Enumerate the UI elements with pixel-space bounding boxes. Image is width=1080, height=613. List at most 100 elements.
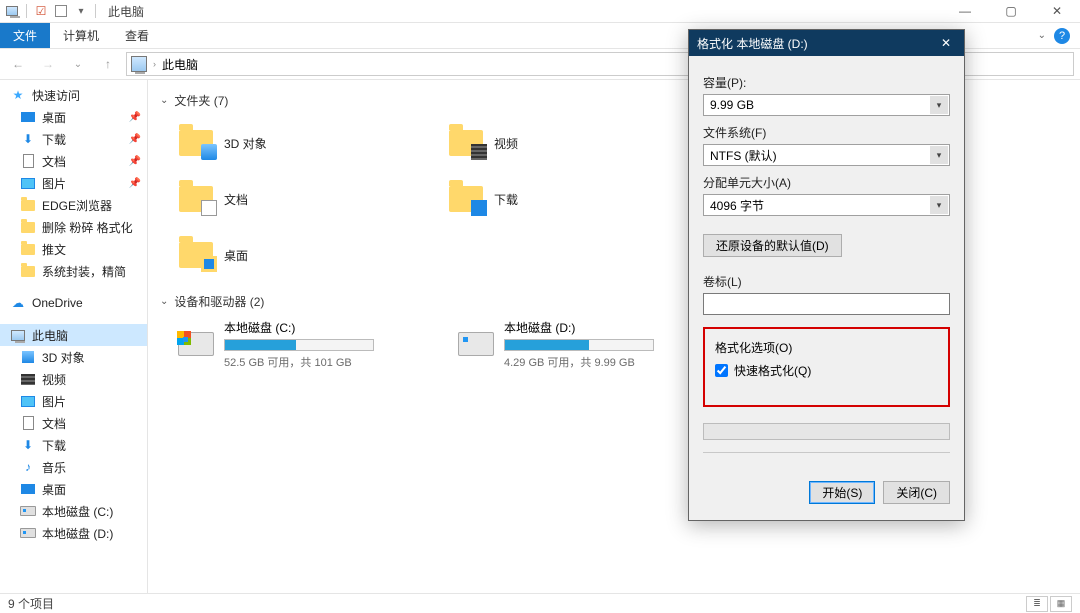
dialog-titlebar[interactable]: 格式化 本地磁盘 (D:) ✕ bbox=[689, 30, 964, 56]
folder-icon bbox=[20, 219, 36, 235]
downloads-folder-icon bbox=[448, 181, 484, 217]
breadcrumb-sep-icon: › bbox=[153, 59, 156, 69]
forward-button[interactable]: → bbox=[36, 52, 60, 76]
qat-dropdown-icon[interactable]: ▾ bbox=[73, 3, 89, 19]
3d-icon bbox=[20, 349, 36, 365]
volume-label: 卷标(L) bbox=[703, 273, 950, 290]
pc-small-icon bbox=[4, 3, 20, 19]
minimize-button[interactable]: — bbox=[942, 0, 988, 23]
view-tiles-button[interactable]: ▦ bbox=[1050, 596, 1072, 612]
properties-qat-icon[interactable] bbox=[53, 3, 69, 19]
tab-file[interactable]: 文件 bbox=[0, 23, 50, 48]
pin-icon: 📌 bbox=[129, 134, 141, 145]
picture-icon bbox=[20, 175, 36, 191]
video-icon bbox=[20, 371, 36, 387]
document-icon bbox=[20, 415, 36, 431]
sidebar-item-pictures[interactable]: 图片📌 bbox=[0, 172, 147, 194]
drive-d-icon bbox=[458, 326, 494, 362]
tab-computer[interactable]: 计算机 bbox=[50, 23, 112, 48]
folder-tile-3d[interactable]: 3D 对象 bbox=[178, 117, 408, 169]
pin-icon: 📌 bbox=[129, 156, 141, 167]
sidebar-onedrive[interactable]: ☁OneDrive bbox=[0, 292, 147, 314]
view-details-button[interactable]: ≣ bbox=[1026, 596, 1048, 612]
sidebar-item-delete[interactable]: 删除 粉碎 格式化 bbox=[0, 216, 147, 238]
chevron-down-icon: ⌄ bbox=[160, 95, 168, 106]
cloud-icon: ☁ bbox=[10, 295, 26, 311]
sidebar-pc-desktop[interactable]: 桌面 bbox=[0, 478, 147, 500]
format-options-label: 格式化选项(O) bbox=[715, 339, 938, 356]
sidebar-item-edge[interactable]: EDGE浏览器 bbox=[0, 194, 147, 216]
dropdown-icon: ▾ bbox=[930, 146, 948, 164]
address-pc-icon bbox=[131, 56, 147, 72]
history-dropdown[interactable]: ⌄ bbox=[66, 52, 90, 76]
folder-tile-downloads[interactable]: 下载 bbox=[448, 173, 678, 225]
download-icon: ⬇ bbox=[20, 131, 36, 147]
restore-defaults-button[interactable]: 还原设备的默认值(D) bbox=[703, 234, 842, 257]
back-button[interactable]: ← bbox=[6, 52, 30, 76]
star-icon: ★ bbox=[10, 87, 26, 103]
allocation-select[interactable]: 4096 字节▾ bbox=[703, 194, 950, 216]
drive-tile-d[interactable]: 本地磁盘 (D:) 4.29 GB 可用，共 9.99 GB bbox=[458, 318, 698, 370]
format-options-box: 格式化选项(O) 快速格式化(Q) bbox=[703, 327, 950, 407]
sidebar-pc-downloads[interactable]: ⬇下载 bbox=[0, 434, 147, 456]
filesystem-select[interactable]: NTFS (默认)▾ bbox=[703, 144, 950, 166]
dialog-close-button[interactable]: ✕ bbox=[936, 33, 956, 53]
quick-format-input[interactable] bbox=[715, 364, 728, 377]
folder-tile-docs[interactable]: 文档 bbox=[178, 173, 408, 225]
start-button[interactable]: 开始(S) bbox=[809, 481, 875, 504]
status-text: 9 个项目 bbox=[8, 595, 54, 612]
chevron-down-icon: ⌄ bbox=[160, 296, 168, 307]
volume-input[interactable] bbox=[703, 293, 950, 315]
sidebar-item-desktop[interactable]: 桌面📌 bbox=[0, 106, 147, 128]
sidebar-pc-music[interactable]: ♪音乐 bbox=[0, 456, 147, 478]
drive-d-usage-bar bbox=[504, 339, 654, 351]
window-title: 此电脑 bbox=[108, 3, 144, 20]
docs-folder-icon bbox=[178, 181, 214, 217]
quick-format-checkbox[interactable]: 快速格式化(Q) bbox=[715, 362, 938, 379]
capacity-label: 容量(P): bbox=[703, 74, 950, 91]
desktop-folder-icon bbox=[178, 237, 214, 273]
filesystem-label: 文件系统(F) bbox=[703, 124, 950, 141]
nav-sidebar: ★快速访问 桌面📌 ⬇下载📌 文档📌 图片📌 EDGE浏览器 删除 粉碎 格式化… bbox=[0, 80, 148, 593]
folder-tile-video[interactable]: 视频 bbox=[448, 117, 678, 169]
download-icon: ⬇ bbox=[20, 437, 36, 453]
document-icon bbox=[20, 153, 36, 169]
3d-folder-icon bbox=[178, 125, 214, 161]
maximize-button[interactable]: ▢ bbox=[988, 0, 1034, 23]
video-folder-icon bbox=[448, 125, 484, 161]
allocation-label: 分配单元大小(A) bbox=[703, 174, 950, 191]
pc-icon bbox=[10, 327, 26, 343]
sidebar-item-downloads[interactable]: ⬇下载📌 bbox=[0, 128, 147, 150]
close-button[interactable]: ✕ bbox=[1034, 0, 1080, 23]
sidebar-pc-video[interactable]: 视频 bbox=[0, 368, 147, 390]
up-button[interactable]: ↑ bbox=[96, 52, 120, 76]
drive-c-icon bbox=[178, 326, 214, 362]
sidebar-item-documents[interactable]: 文档📌 bbox=[0, 150, 147, 172]
pin-icon: 📌 bbox=[129, 178, 141, 189]
sidebar-item-tweets[interactable]: 推文 bbox=[0, 238, 147, 260]
help-icon[interactable]: ? bbox=[1054, 28, 1070, 44]
sidebar-pc-docs[interactable]: 文档 bbox=[0, 412, 147, 434]
sidebar-pc-drivec[interactable]: 本地磁盘 (C:) bbox=[0, 500, 147, 522]
drive-tile-c[interactable]: 本地磁盘 (C:) 52.5 GB 可用，共 101 GB bbox=[178, 318, 418, 370]
close-dialog-button[interactable]: 关闭(C) bbox=[883, 481, 950, 504]
sidebar-item-sysprep[interactable]: 系统封装，精简 bbox=[0, 260, 147, 282]
sidebar-quick-access[interactable]: ★快速访问 bbox=[0, 84, 147, 106]
capacity-select[interactable]: 9.99 GB▾ bbox=[703, 94, 950, 116]
window-titlebar: ☑ ▾ 此电脑 — ▢ ✕ bbox=[0, 0, 1080, 23]
desktop-icon bbox=[20, 109, 36, 125]
dropdown-icon: ▾ bbox=[930, 196, 948, 214]
tab-view[interactable]: 查看 bbox=[112, 23, 162, 48]
sidebar-pc-pictures[interactable]: 图片 bbox=[0, 390, 147, 412]
address-location: 此电脑 bbox=[162, 56, 198, 73]
sidebar-thispc[interactable]: 此电脑 bbox=[0, 324, 147, 346]
ribbon-collapse-icon[interactable]: ⌄ bbox=[1038, 30, 1046, 41]
dialog-title: 格式化 本地磁盘 (D:) bbox=[697, 35, 808, 52]
drive-c-usage-bar bbox=[224, 339, 374, 351]
folder-tile-desktop[interactable]: 桌面 bbox=[178, 229, 408, 281]
checkbox-qat-icon[interactable]: ☑ bbox=[33, 3, 49, 19]
format-dialog: 格式化 本地磁盘 (D:) ✕ 容量(P): 9.99 GB▾ 文件系统(F) … bbox=[688, 29, 965, 521]
status-bar: 9 个项目 ≣ ▦ bbox=[0, 593, 1080, 613]
sidebar-pc-drived[interactable]: 本地磁盘 (D:) bbox=[0, 522, 147, 544]
sidebar-pc-3d[interactable]: 3D 对象 bbox=[0, 346, 147, 368]
